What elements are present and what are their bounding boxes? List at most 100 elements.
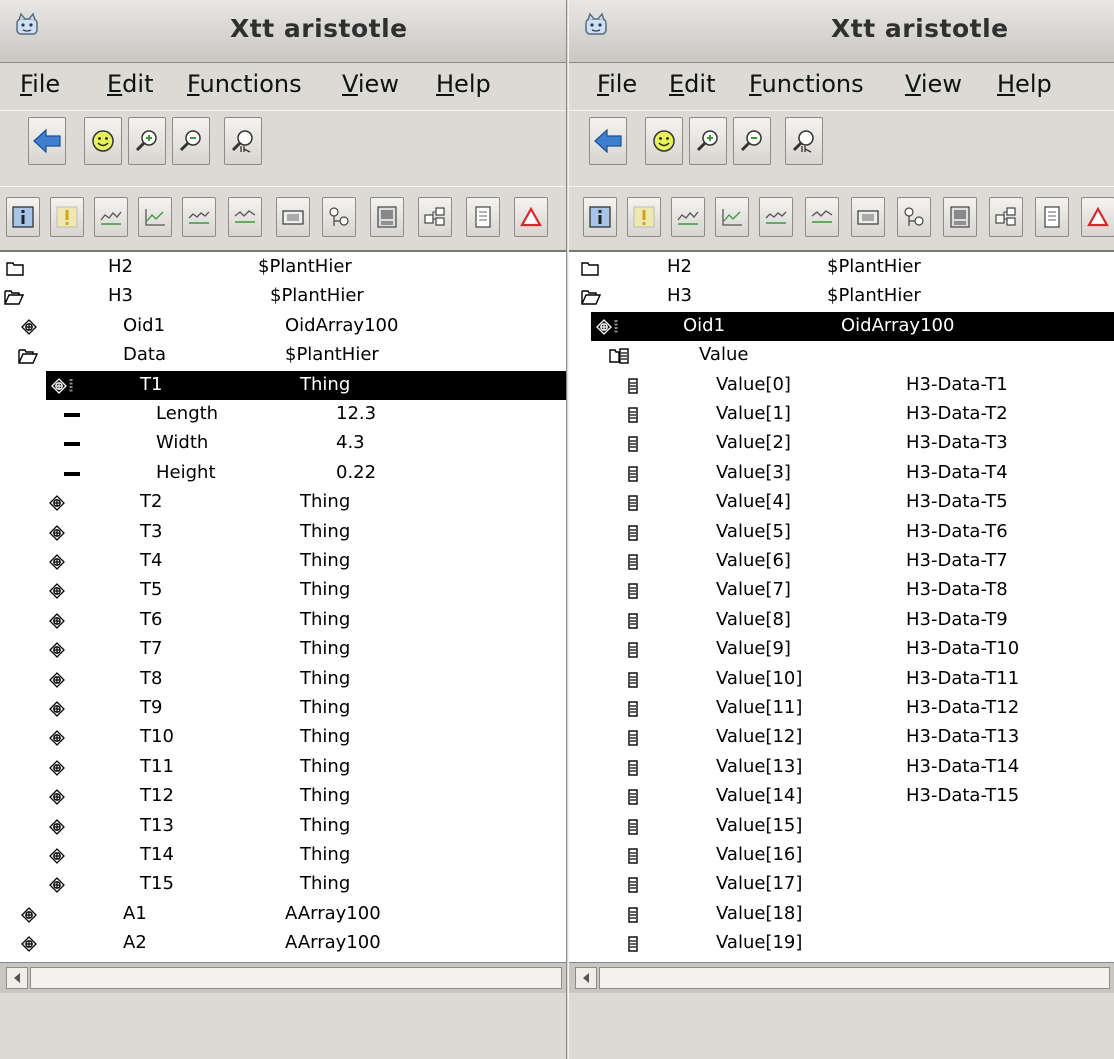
tree-row[interactable]: T8 Thing — [0, 665, 566, 694]
tree-row[interactable]: T13 Thing — [0, 812, 566, 841]
warning-button[interactable] — [1081, 197, 1114, 237]
tree-row[interactable]: Value[2] H3-Data-T3 — [569, 429, 1114, 458]
crossref-button[interactable] — [897, 197, 931, 237]
menu-view[interactable]: View — [905, 70, 962, 98]
tree-row[interactable]: T10 Thing — [0, 723, 566, 752]
scroll-left-button[interactable] — [575, 967, 597, 989]
tree-row[interactable]: Value[5] H3-Data-T6 — [569, 518, 1114, 547]
menu-edit[interactable]: Edit — [669, 70, 715, 98]
tree-row[interactable]: Value[10] H3-Data-T11 — [569, 665, 1114, 694]
tree-row[interactable]: T4 Thing — [0, 547, 566, 576]
tree-row[interactable]: Value[19] — [569, 929, 1114, 958]
alarm-button[interactable] — [627, 197, 661, 237]
classgraph-button[interactable] — [418, 197, 452, 237]
crossref-button[interactable] — [322, 197, 356, 237]
tree-row[interactable]: A1 AArray100 — [0, 900, 566, 929]
menu-help[interactable]: Help — [436, 70, 491, 98]
tree-row[interactable]: Value[15] — [569, 812, 1114, 841]
object-tree[interactable]: H2 $PlantHier H3 $PlantHier Oid1 OidArray100 V… — [569, 250, 1114, 962]
tree-row[interactable]: H2 $PlantHier — [569, 253, 1114, 282]
zoom-in-button[interactable] — [689, 117, 727, 165]
menu-view[interactable]: View — [342, 70, 399, 98]
tree-row[interactable]: Value[13] H3-Data-T14 — [569, 753, 1114, 782]
history-button[interactable] — [182, 197, 216, 237]
back-button[interactable] — [589, 117, 627, 165]
tree-row[interactable]: T14 Thing — [0, 841, 566, 870]
plot-button[interactable] — [138, 197, 172, 237]
tree-row[interactable]: H3 $PlantHier — [569, 282, 1114, 311]
title-bar[interactable]: Xtt aristotle — [569, 0, 1114, 63]
tree-row[interactable]: Value — [569, 341, 1114, 370]
scroll-thumb[interactable] — [599, 967, 1110, 989]
tree-row[interactable]: T15 Thing — [0, 870, 566, 899]
graph-button[interactable] — [805, 197, 839, 237]
tree-row[interactable]: Value[16] — [569, 841, 1114, 870]
tree-row[interactable]: T12 Thing — [0, 782, 566, 811]
menu-help[interactable]: Help — [997, 70, 1052, 98]
zoom-reset-button[interactable] — [785, 117, 823, 165]
tree-row[interactable]: T7 Thing — [0, 635, 566, 664]
tree-row[interactable]: Width 4.3 — [0, 429, 566, 458]
scroll-left-button[interactable] — [6, 967, 28, 989]
smiley-button[interactable] — [84, 117, 122, 165]
tree-row[interactable]: Value[3] H3-Data-T4 — [569, 459, 1114, 488]
trend-button[interactable] — [671, 197, 705, 237]
menu-file[interactable]: File — [20, 70, 60, 98]
tree-row[interactable]: T5 Thing — [0, 576, 566, 605]
tree-row[interactable]: Value[7] H3-Data-T8 — [569, 576, 1114, 605]
smiley-button[interactable] — [645, 117, 683, 165]
tree-row[interactable]: T11 Thing — [0, 753, 566, 782]
menu-edit[interactable]: Edit — [107, 70, 153, 98]
classgraph-button[interactable] — [989, 197, 1023, 237]
menu-file[interactable]: File — [597, 70, 637, 98]
tree-row[interactable]: Value[18] — [569, 900, 1114, 929]
zoom-in-button[interactable] — [128, 117, 166, 165]
zoom-out-button[interactable] — [733, 117, 771, 165]
tree-row[interactable]: Oid1 OidArray100 — [591, 312, 1114, 341]
menu-functions[interactable]: Functions — [187, 70, 302, 98]
tree-row[interactable]: T3 Thing — [0, 518, 566, 547]
graph-button[interactable] — [228, 197, 262, 237]
tree-row[interactable]: Value[1] H3-Data-T2 — [569, 400, 1114, 429]
tree-row[interactable]: T2 Thing — [0, 488, 566, 517]
tree-row[interactable]: Oid1 OidArray100 — [0, 312, 566, 341]
history-button[interactable] — [759, 197, 793, 237]
title-bar[interactable]: Xtt aristotle — [0, 0, 566, 63]
tree-row[interactable]: Value[12] H3-Data-T13 — [569, 723, 1114, 752]
zoom-reset-button[interactable] — [224, 117, 262, 165]
tree-row[interactable]: Value[14] H3-Data-T15 — [569, 782, 1114, 811]
horizontal-scrollbar[interactable] — [569, 962, 1114, 993]
alarm-button[interactable] — [50, 197, 84, 237]
tree-row[interactable]: Value[17] — [569, 870, 1114, 899]
menu-functions[interactable]: Functions — [749, 70, 864, 98]
object-tree[interactable]: H2 $PlantHier H3 $PlantHier Oid1 OidArray100 D… — [0, 250, 566, 962]
object-graph-button[interactable] — [943, 197, 977, 237]
help-button[interactable] — [466, 197, 500, 237]
trend-button[interactable] — [94, 197, 128, 237]
tree-row[interactable]: T6 Thing — [0, 606, 566, 635]
scroll-thumb[interactable] — [30, 967, 562, 989]
object-graph-button[interactable] — [370, 197, 404, 237]
warning-button[interactable] — [514, 197, 548, 237]
tree-row[interactable]: Data $PlantHier — [0, 341, 566, 370]
tree-row[interactable]: H3 $PlantHier — [0, 282, 566, 311]
info-button[interactable] — [583, 197, 617, 237]
tree-row[interactable]: Height 0.22 — [0, 459, 566, 488]
tree-row[interactable]: Value[6] H3-Data-T7 — [569, 547, 1114, 576]
tree-row[interactable]: T9 Thing — [0, 694, 566, 723]
tree-row[interactable]: Value[0] H3-Data-T1 — [569, 371, 1114, 400]
back-button[interactable] — [28, 117, 66, 165]
plot-button[interactable] — [715, 197, 749, 237]
tree-row[interactable]: A2 AArray100 — [0, 929, 566, 958]
help-button[interactable] — [1035, 197, 1069, 237]
tree-row[interactable]: Value[4] H3-Data-T5 — [569, 488, 1114, 517]
tree-row[interactable]: H2 $PlantHier — [0, 253, 566, 282]
tree-row[interactable]: Value[9] H3-Data-T10 — [569, 635, 1114, 664]
tree-row[interactable]: Value[8] H3-Data-T9 — [569, 606, 1114, 635]
horizontal-scrollbar[interactable] — [0, 962, 566, 993]
info-button[interactable] — [6, 197, 40, 237]
zoom-out-button[interactable] — [172, 117, 210, 165]
tree-row[interactable]: T1 Thing — [46, 371, 566, 400]
display-button[interactable] — [851, 197, 885, 237]
display-button[interactable] — [276, 197, 310, 237]
